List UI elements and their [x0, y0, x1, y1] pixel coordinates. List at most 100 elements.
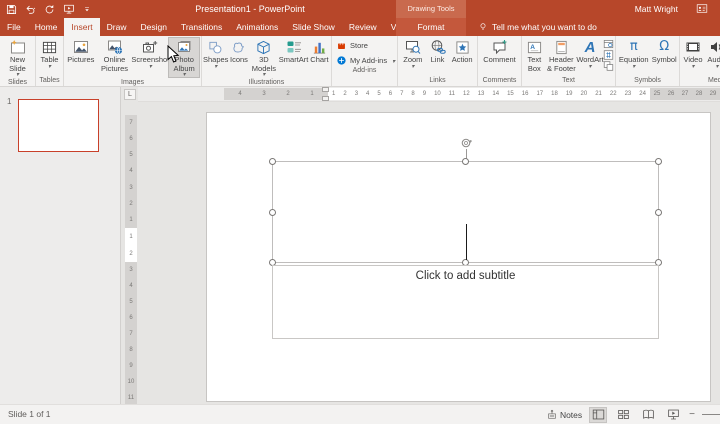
- resize-handle-top-right[interactable]: [655, 158, 662, 165]
- online-pictures-button[interactable]: Online Pictures: [97, 37, 133, 78]
- insert-slide-number-button[interactable]: [603, 50, 614, 60]
- resize-handle-middle-left[interactable]: [269, 209, 276, 216]
- pictures-button[interactable]: Pictures: [65, 37, 97, 78]
- my-add-ins-button[interactable]: My Add-ins: [336, 55, 393, 66]
- ruler-number: 28: [696, 91, 703, 97]
- ruler-number: 2: [129, 201, 132, 207]
- ruler-number: 2: [286, 91, 289, 97]
- save-button[interactable]: [6, 4, 17, 15]
- new-slide-button[interactable]: New Slide: [1, 37, 34, 78]
- resize-handle-top-left[interactable]: [269, 158, 276, 165]
- action-button[interactable]: Action: [448, 37, 476, 76]
- chart-button[interactable]: Chart: [309, 37, 330, 78]
- equation-button[interactable]: π Equation: [617, 37, 650, 76]
- title-placeholder[interactable]: [272, 161, 659, 263]
- tab-design[interactable]: Design: [134, 18, 174, 36]
- dropdown-arrow-icon: [411, 65, 414, 70]
- tab-file[interactable]: File: [0, 18, 28, 36]
- ruler-number: 3: [129, 267, 132, 273]
- resize-handle-middle-right[interactable]: [655, 209, 662, 216]
- window-title: Presentation1 - PowerPoint: [195, 0, 305, 18]
- ribbon-group-symbols: π Equation Ω Symbol Symbols: [616, 36, 680, 86]
- resize-handle-top-center[interactable]: [462, 158, 469, 165]
- first-line-indent-marker[interactable]: [322, 87, 329, 92]
- ruler-number: 15: [507, 91, 514, 97]
- wordart-button[interactable]: A WordArt: [577, 37, 603, 76]
- tab-home[interactable]: Home: [28, 18, 65, 36]
- slide-canvas[interactable]: Click to add subtitle: [206, 112, 711, 402]
- insert-object-button[interactable]: [603, 61, 614, 71]
- start-from-beginning-button[interactable]: [63, 3, 75, 15]
- tab-slide-show[interactable]: Slide Show: [285, 18, 342, 36]
- dropdown-arrow-icon: [691, 65, 694, 70]
- icons-button[interactable]: Icons: [228, 37, 249, 78]
- svg-text:A: A: [530, 43, 535, 50]
- tab-transitions[interactable]: Transitions: [174, 18, 229, 36]
- slide-show-view-button[interactable]: [664, 407, 682, 423]
- title-bar: Presentation1 - PowerPoint Drawing Tools…: [0, 0, 720, 18]
- comment-button[interactable]: Comment: [479, 37, 520, 76]
- notes-button[interactable]: Notes: [547, 409, 582, 420]
- ruler-body: 123456789101112131415161718192021222324: [328, 88, 650, 100]
- tab-format[interactable]: Format: [396, 18, 466, 36]
- slide-thumbnail-panel[interactable]: 1: [0, 87, 121, 404]
- ribbon-group-images: Pictures Online Pictures Screenshot Phot…: [64, 36, 202, 86]
- tab-selector-button[interactable]: L: [124, 89, 136, 100]
- ruler-number: 10: [434, 91, 441, 97]
- zoom-button[interactable]: Zoom: [399, 37, 427, 76]
- ruler-number: 23: [625, 91, 632, 97]
- video-button[interactable]: Video: [681, 37, 705, 76]
- smartart-button[interactable]: SmartArt: [278, 37, 309, 78]
- undo-button[interactable]: [25, 4, 36, 15]
- symbol-icon: Ω: [659, 39, 669, 55]
- ruler-number: 11: [128, 395, 134, 401]
- left-indent-marker[interactable]: [322, 96, 329, 101]
- ruler-number: 2: [129, 251, 132, 257]
- table-icon: [42, 39, 57, 55]
- ruler-number: 6: [129, 315, 132, 321]
- symbol-button[interactable]: Ω Symbol: [650, 37, 678, 76]
- shapes-button[interactable]: Shapes: [203, 37, 228, 78]
- tab-draw[interactable]: Draw: [100, 18, 134, 36]
- photo-album-button[interactable]: Photo Album: [168, 37, 200, 78]
- text-box-button[interactable]: A Text Box: [523, 37, 546, 76]
- audio-button[interactable]: Audio: [705, 37, 720, 76]
- ruler-number: 18: [551, 91, 558, 97]
- ribbon-group-comments: Comment Comments: [478, 36, 522, 86]
- store-button[interactable]: Store: [336, 40, 393, 51]
- reading-view-button[interactable]: [639, 407, 657, 423]
- dropdown-arrow-icon: [390, 56, 395, 65]
- table-button[interactable]: Table: [37, 37, 62, 76]
- horizontal-ruler[interactable]: 4321 12345678910111213141516171819202122…: [138, 87, 720, 102]
- tell-me-box[interactable]: Tell me what you want to do: [478, 18, 597, 36]
- normal-view-button[interactable]: [589, 407, 607, 423]
- ruler-number: 2: [343, 91, 346, 97]
- user-name[interactable]: Matt Wright: [635, 0, 678, 18]
- editing-canvas: L 4321 123456789101112131415161718192021…: [122, 87, 720, 404]
- ribbon-group-tables: Table Tables: [36, 36, 64, 86]
- insert-date-time-button[interactable]: [603, 39, 614, 49]
- slide-thumbnail[interactable]: [18, 99, 99, 152]
- zoom-slider[interactable]: [702, 414, 720, 415]
- ribbon-display-options-icon[interactable]: [696, 3, 708, 14]
- link-button[interactable]: Link: [427, 37, 449, 76]
- redo-button[interactable]: [44, 4, 55, 15]
- tab-animations[interactable]: Animations: [229, 18, 285, 36]
- ruler-number: 29: [710, 91, 717, 97]
- online-pictures-icon: [107, 39, 123, 55]
- vertical-ruler[interactable]: 7654321 12 34567891011: [125, 115, 137, 406]
- tab-insert[interactable]: Insert: [64, 18, 99, 36]
- zoom-out-button[interactable]: −: [689, 409, 695, 420]
- rotation-handle[interactable]: [460, 137, 472, 149]
- header-footer-button[interactable]: Header & Footer: [546, 37, 577, 76]
- ruler-number: 1: [332, 91, 335, 97]
- customize-quick-access-toolbar-button[interactable]: [83, 4, 91, 14]
- subtitle-placeholder[interactable]: Click to add subtitle: [272, 265, 659, 339]
- new-slide-icon: [10, 39, 26, 55]
- ruler-number: 7: [129, 120, 132, 126]
- tab-review[interactable]: Review: [342, 18, 384, 36]
- 3d-models-button[interactable]: 3D Models: [250, 37, 279, 78]
- slide-sorter-view-button[interactable]: [614, 407, 632, 423]
- screenshot-button[interactable]: Screenshot: [132, 37, 168, 78]
- screenshot-icon: [142, 39, 158, 55]
